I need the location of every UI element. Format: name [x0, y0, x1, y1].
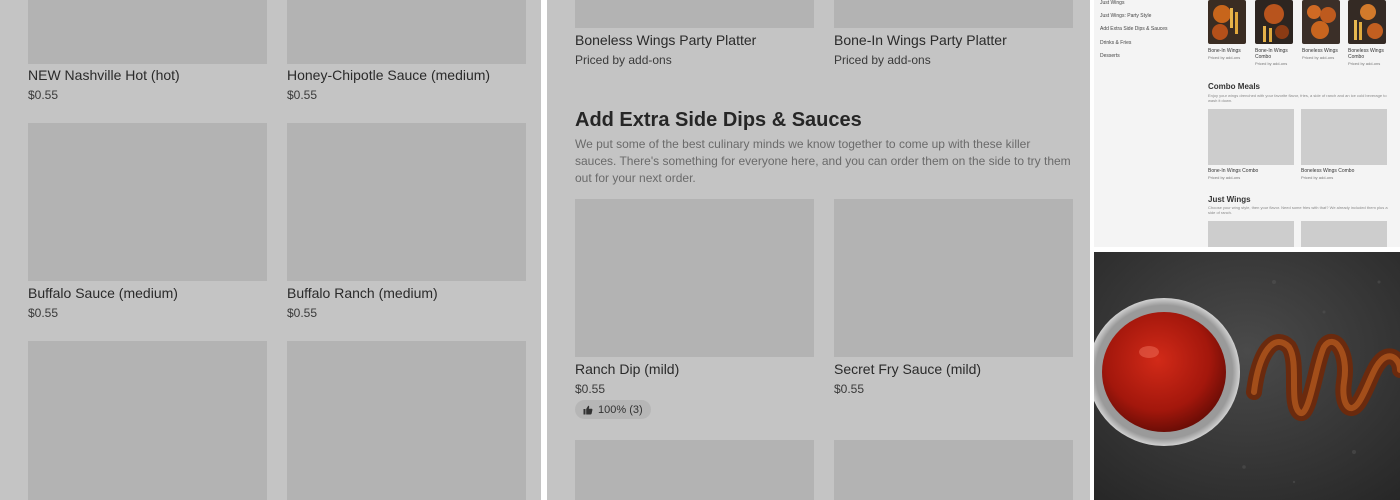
wings-photo[interactable] [1208, 0, 1246, 44]
item-name[interactable]: NEW Nashville Hot (hot) [28, 67, 180, 83]
item-image-placeholder[interactable] [287, 0, 526, 64]
mini-item-sub: Priced by add-ons [1301, 175, 1334, 180]
item-price: $0.55 [287, 88, 318, 102]
item-image-placeholder[interactable] [834, 440, 1073, 500]
rating-text: 100% (3) [598, 403, 643, 416]
sauce-photo [1094, 252, 1400, 500]
mini-item-placeholder[interactable] [1208, 109, 1294, 165]
mini-section-desc: Enjoy your wings drenched with your favo… [1208, 93, 1387, 103]
item-image-placeholder[interactable] [834, 0, 1073, 28]
mini-sidebar-item[interactable]: Just Wings: Party Style [1100, 13, 1151, 19]
item-price: $0.55 [28, 88, 59, 102]
mini-item-label[interactable]: Bone-In Wings Combo [1208, 168, 1258, 174]
mini-item-label[interactable]: Boneless Wings Combo [1348, 48, 1386, 60]
mini-item-label[interactable]: Boneless Wings [1302, 48, 1338, 54]
mini-sidebar-item[interactable]: Add Extra Side Dips & Sauces [1100, 26, 1168, 32]
rating-badge: 100% (3) [575, 400, 651, 419]
item-price: Priced by add-ons [575, 53, 672, 67]
mini-item-label[interactable]: Bone-In Wings [1208, 48, 1241, 54]
item-name[interactable]: Buffalo Sauce (medium) [28, 285, 178, 301]
mini-item-label[interactable]: Bone-In Wings Combo [1255, 48, 1293, 60]
item-name[interactable]: Buffalo Ranch (medium) [287, 285, 438, 301]
mini-item-sub: Priced by add-ons [1302, 55, 1335, 60]
mini-menu-page: Just Wings Just Wings: Party Style Add E… [1094, 0, 1400, 247]
menu-panel-left: NEW Nashville Hot (hot) $0.55 Honey-Chip… [0, 0, 541, 500]
mini-section-desc: Choose your wing style, then your flavor… [1208, 205, 1388, 215]
mini-item-placeholder[interactable] [1208, 221, 1294, 247]
mini-item-sub: Priced by add-ons [1208, 175, 1241, 180]
item-image-placeholder[interactable] [287, 123, 526, 281]
thumbs-up-icon [583, 405, 593, 414]
item-image-placeholder[interactable] [575, 199, 814, 357]
item-name[interactable]: Ranch Dip (mild) [575, 361, 679, 377]
item-image-placeholder[interactable] [287, 341, 526, 500]
item-price: $0.55 [575, 382, 606, 396]
wings-photo[interactable] [1255, 0, 1293, 44]
item-price: Priced by add-ons [834, 53, 931, 67]
mini-section-title: Just Wings [1208, 195, 1251, 204]
mini-item-placeholder[interactable] [1301, 109, 1387, 165]
item-price: $0.55 [834, 382, 865, 396]
item-image-placeholder[interactable] [575, 0, 814, 28]
item-image-placeholder[interactable] [28, 123, 267, 281]
item-image-placeholder[interactable] [834, 199, 1073, 357]
sauce-cup-photo [1094, 252, 1400, 500]
mini-item-sub: Priced by add-ons [1255, 61, 1288, 66]
section-description: We put some of the best culinary minds w… [575, 137, 1071, 185]
mini-item-sub: Priced by add-ons [1208, 55, 1241, 60]
item-name[interactable]: Secret Fry Sauce (mild) [834, 361, 981, 377]
wings-photo[interactable] [1348, 0, 1386, 44]
item-image-placeholder[interactable] [28, 341, 267, 500]
mini-sidebar-item[interactable]: Just Wings [1100, 0, 1124, 6]
item-image-placeholder[interactable] [575, 440, 814, 500]
menu-panel-middle: Boneless Wings Party Platter Priced by a… [547, 0, 1090, 500]
mini-item-label[interactable]: Boneless Wings Combo [1301, 168, 1354, 174]
mini-sidebar-item[interactable]: Drinks & Fries [1100, 40, 1131, 46]
item-name[interactable]: Honey-Chipotle Sauce (medium) [287, 67, 490, 83]
item-price: $0.55 [28, 306, 59, 320]
section-title: Add Extra Side Dips & Sauces [575, 109, 862, 131]
item-price: $0.55 [287, 306, 318, 320]
item-image-placeholder[interactable] [28, 0, 267, 64]
mini-sidebar-item[interactable]: Desserts [1100, 53, 1120, 59]
wings-photo[interactable] [1302, 0, 1340, 44]
mini-item-placeholder[interactable] [1301, 221, 1387, 247]
mini-section-title: Combo Meals [1208, 82, 1261, 91]
item-name[interactable]: Boneless Wings Party Platter [575, 32, 756, 48]
item-name[interactable]: Bone-In Wings Party Platter [834, 32, 1007, 48]
mini-item-sub: Priced by add-ons [1348, 61, 1381, 66]
